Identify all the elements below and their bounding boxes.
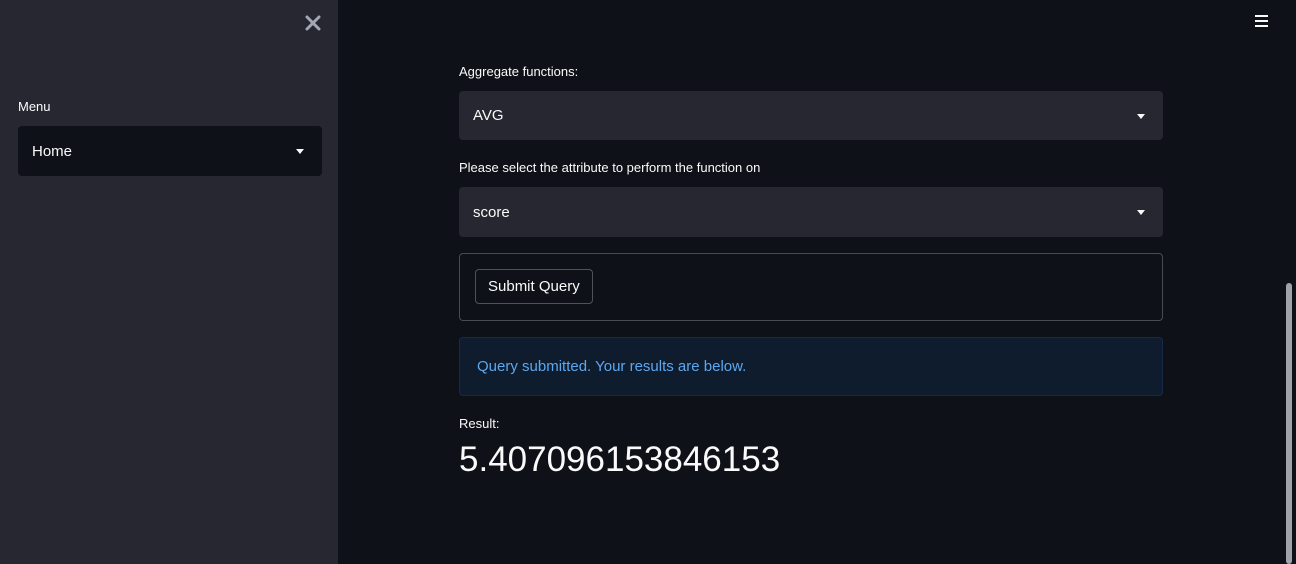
menu-select[interactable]: Home <box>18 126 322 176</box>
sidebar: Menu Home <box>0 0 338 564</box>
attribute-label: Please select the attribute to perform t… <box>459 160 761 175</box>
hamburger-menu-icon <box>1255 20 1268 22</box>
aggregate-functions-label: Aggregate functions: <box>459 64 579 79</box>
result-value: 5.407096153846153 <box>459 440 781 479</box>
main-menu-button[interactable] <box>1253 12 1271 30</box>
info-alert: Query submitted. Your results are below. <box>459 337 1163 396</box>
menu-select-value: Home <box>32 142 73 160</box>
result-label: Result: <box>459 416 500 431</box>
hamburger-menu-icon <box>1255 25 1268 27</box>
submit-query-button[interactable]: Submit Query <box>475 269 593 304</box>
chevron-down-icon <box>1137 210 1145 215</box>
aggregate-function-value: AVG <box>473 107 504 124</box>
chevron-down-icon <box>296 149 304 154</box>
aggregate-function-select[interactable]: AVG <box>459 91 1163 140</box>
vertical-scrollbar[interactable] <box>1286 283 1292 564</box>
app-root: Menu Home Aggregate functions: AVG Pleas… <box>0 0 1296 564</box>
attribute-select[interactable]: score <box>459 187 1163 237</box>
attribute-select-value: score <box>473 203 510 221</box>
info-alert-message: Query submitted. Your results are below. <box>477 358 747 375</box>
sidebar-close-button[interactable] <box>300 10 326 36</box>
menu-label: Menu <box>18 99 51 114</box>
query-form: Submit Query <box>459 253 1163 321</box>
hamburger-menu-icon <box>1255 15 1268 17</box>
close-icon <box>305 15 321 31</box>
chevron-down-icon <box>1137 113 1145 119</box>
main-content: Aggregate functions: AVG Please select t… <box>338 0 1296 564</box>
